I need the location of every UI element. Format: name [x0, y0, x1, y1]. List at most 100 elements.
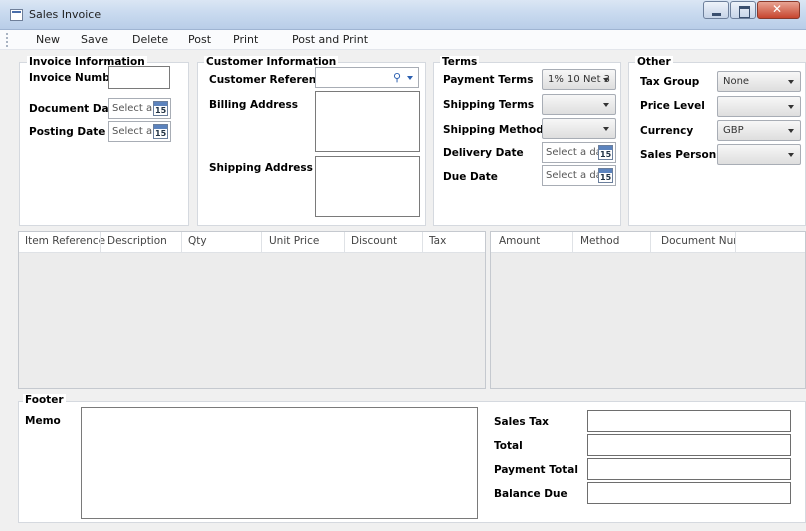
minimize-button[interactable] [703, 1, 729, 19]
shipping-terms-label: Shipping Terms [443, 99, 535, 111]
posting-date-placeholder: Select a [112, 126, 153, 137]
memo-label: Memo [25, 415, 61, 427]
column-header[interactable]: Description [107, 235, 177, 247]
sales-tax-label: Sales Tax [494, 416, 549, 428]
billing-address-input[interactable] [315, 91, 420, 152]
invoice-information-group: Invoice Information Invoice Number Docum… [19, 56, 189, 226]
column-separator[interactable] [650, 232, 651, 253]
column-header[interactable]: Amount [499, 235, 569, 247]
invoice-lines-grid[interactable]: Item Reference Description Qty Unit Pric… [18, 231, 486, 389]
other-group: Other Tax Group None Price Level Currenc… [628, 56, 806, 226]
shipping-address-label: Shipping Address [209, 162, 313, 174]
group-title: Other [635, 56, 673, 68]
grid-header: Item Reference Description Qty Unit Pric… [19, 232, 485, 253]
column-header[interactable]: Item Reference [25, 235, 105, 247]
tax-group-value: None [723, 76, 750, 87]
save-button[interactable]: Save [81, 33, 108, 46]
shipping-method-select[interactable] [542, 118, 616, 139]
print-button[interactable]: Print [233, 33, 258, 46]
delivery-date-picker[interactable]: Select a da 15 [542, 142, 616, 163]
calendar-day: 15 [600, 173, 612, 182]
posting-date-picker[interactable]: Select a 15 [108, 121, 171, 142]
window-controls [702, 1, 800, 19]
column-header[interactable]: Qty [188, 235, 248, 247]
total-label: Total [494, 440, 523, 452]
sales-person-label: Sales Person [640, 149, 717, 161]
column-header[interactable]: Unit Price [269, 235, 339, 247]
column-separator[interactable] [422, 232, 423, 253]
chevron-down-icon [788, 105, 794, 109]
maximize-button[interactable] [730, 1, 756, 19]
sales-person-select[interactable] [717, 144, 801, 165]
payment-terms-value: 1% 10 Net 3 [548, 74, 611, 85]
column-header[interactable]: Discount [351, 235, 421, 247]
column-separator[interactable] [344, 232, 345, 253]
shipping-terms-select[interactable] [542, 94, 616, 115]
posting-date-label: Posting Date [29, 126, 106, 138]
due-date-picker[interactable]: Select a da 15 [542, 165, 616, 186]
toolbar-grip[interactable] [6, 33, 8, 47]
calendar-icon[interactable]: 15 [153, 124, 168, 139]
terms-group: Terms Payment Terms 1% 10 Net 3 Shipping… [433, 56, 621, 226]
chevron-down-icon [603, 103, 609, 107]
delete-button[interactable]: Delete [132, 33, 168, 46]
tax-group-select[interactable]: None [717, 71, 801, 92]
sales-tax-field[interactable] [587, 410, 791, 432]
payment-terms-label: Payment Terms [443, 74, 534, 86]
due-date-placeholder: Select a da [546, 170, 602, 181]
shipping-method-label: Shipping Method [443, 124, 544, 136]
currency-select[interactable]: GBP [717, 120, 801, 141]
total-field[interactable] [587, 434, 791, 456]
column-separator[interactable] [735, 232, 736, 253]
customer-reference-input[interactable]: ⚲ [315, 67, 419, 88]
column-separator[interactable] [261, 232, 262, 253]
payment-terms-select[interactable]: 1% 10 Net 3 [542, 69, 616, 90]
column-header[interactable]: Method [580, 235, 650, 247]
delivery-date-label: Delivery Date [443, 147, 524, 159]
column-separator[interactable] [572, 232, 573, 253]
calendar-icon[interactable]: 15 [598, 168, 613, 183]
grid-header: Amount Method Document Numl [491, 232, 805, 253]
chevron-down-icon[interactable] [407, 76, 413, 80]
currency-label: Currency [640, 125, 694, 137]
column-separator[interactable] [181, 232, 182, 253]
new-button[interactable]: New [36, 33, 60, 46]
footer-group: Footer Memo Sales Tax Total Payment Tota… [18, 394, 806, 523]
payments-grid[interactable]: Amount Method Document Numl [490, 231, 806, 389]
price-level-select[interactable] [717, 96, 801, 117]
search-icon[interactable]: ⚲ [393, 71, 401, 84]
due-date-label: Due Date [443, 171, 498, 183]
chevron-down-icon [788, 129, 794, 133]
title-bar[interactable]: Sales Invoice [0, 0, 806, 30]
payment-total-field[interactable] [587, 458, 791, 480]
document-date-placeholder: Select a [112, 103, 153, 114]
chevron-down-icon [603, 127, 609, 131]
window-title: Sales Invoice [29, 8, 102, 21]
price-level-label: Price Level [640, 100, 705, 112]
shipping-address-input[interactable] [315, 156, 420, 217]
calendar-icon[interactable]: 15 [598, 145, 613, 160]
column-header[interactable]: Document Numl [661, 235, 735, 247]
memo-input[interactable] [81, 407, 478, 519]
post-button[interactable]: Post [188, 33, 211, 46]
chevron-down-icon [603, 78, 609, 82]
delivery-date-placeholder: Select a da [546, 147, 602, 158]
document-date-picker[interactable]: Select a 15 [108, 98, 171, 119]
toolbar: New Save Delete Post Print Post and Prin… [0, 30, 806, 50]
group-title: Footer [23, 394, 66, 406]
calendar-day: 15 [600, 150, 612, 159]
balance-due-label: Balance Due [494, 488, 568, 500]
column-header[interactable]: Tax [429, 235, 479, 247]
balance-due-field[interactable] [587, 482, 791, 504]
payment-total-label: Payment Total [494, 464, 578, 476]
close-button[interactable] [757, 1, 800, 19]
billing-address-label: Billing Address [209, 99, 299, 111]
post-and-print-button[interactable]: Post and Print [292, 33, 368, 46]
currency-value: GBP [723, 125, 744, 136]
group-title: Terms [440, 56, 480, 68]
column-separator[interactable] [100, 232, 101, 253]
calendar-icon[interactable]: 15 [153, 101, 168, 116]
chevron-down-icon [788, 80, 794, 84]
calendar-day: 15 [155, 106, 167, 115]
invoice-number-input[interactable] [108, 66, 170, 89]
